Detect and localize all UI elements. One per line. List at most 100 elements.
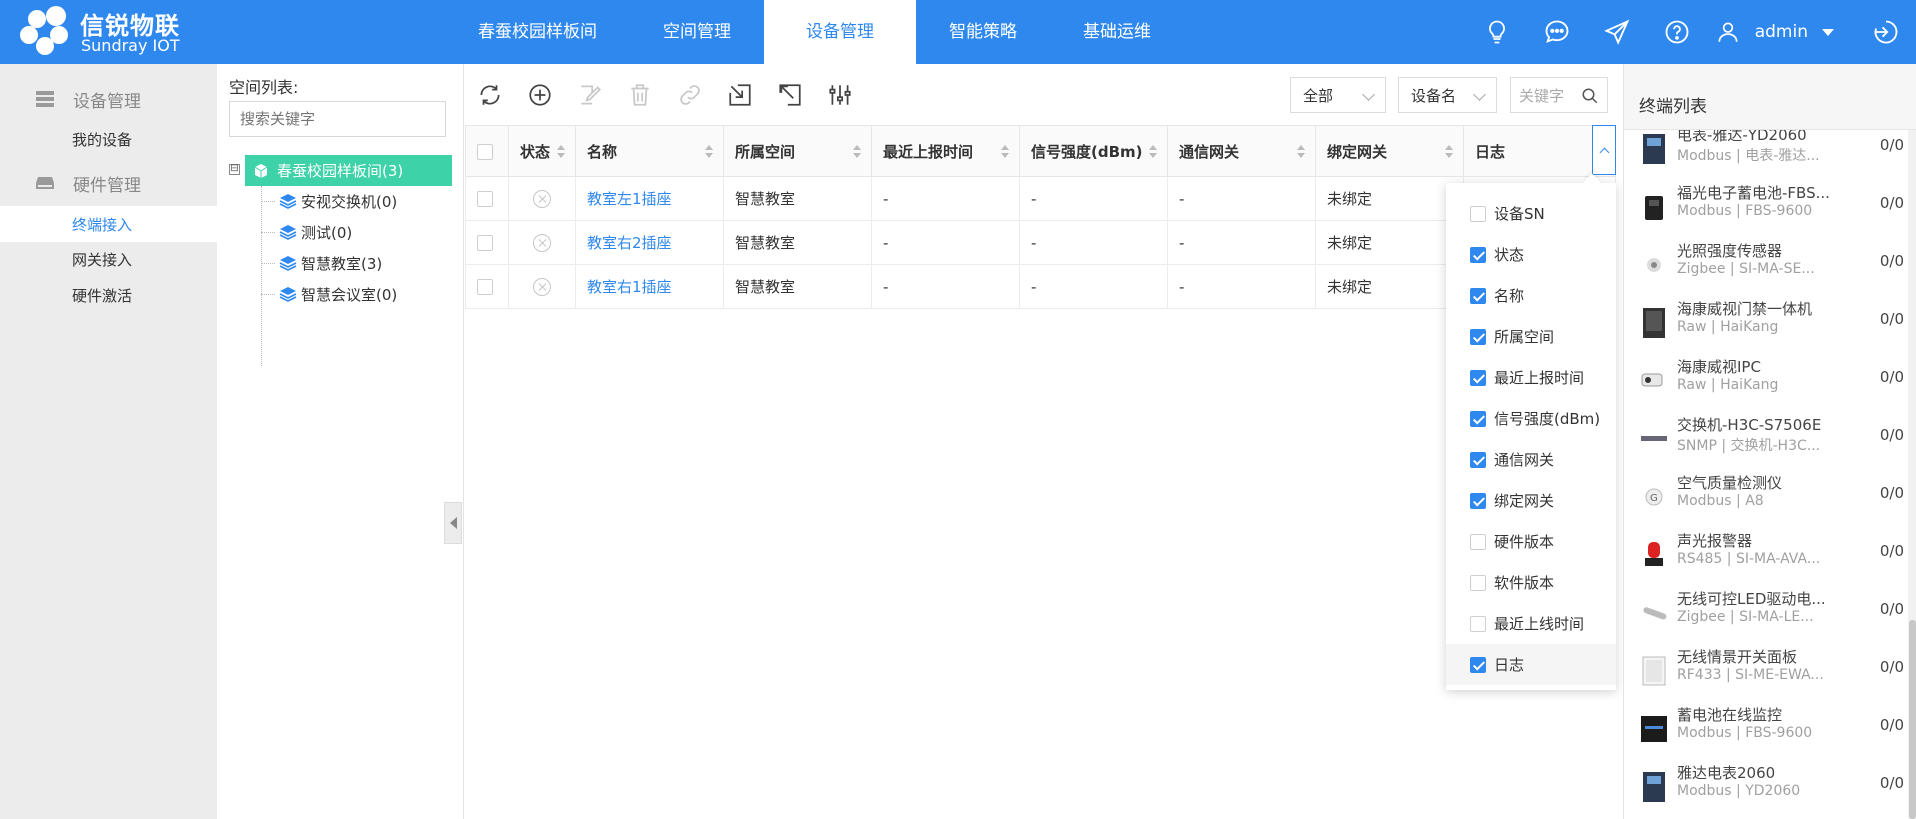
field-select[interactable]: 设备名 [1398,77,1497,113]
column-header-comm-gateway[interactable]: 通信网关 [1167,125,1316,177]
table-row[interactable]: 教室右2插座 智慧教室 - - - 未绑定 [465,220,1616,265]
row-checkbox[interactable] [477,235,493,251]
nav-item-space-management[interactable]: 空间管理 [630,0,764,64]
select-all-checkbox[interactable] [477,143,493,160]
chat-icon[interactable] [1527,0,1587,64]
column-option-checkbox[interactable] [1470,205,1486,222]
sort-icon[interactable] [705,145,713,159]
add-button[interactable] [527,80,577,110]
column-option-checkbox[interactable] [1470,574,1486,591]
bulb-icon[interactable] [1467,0,1527,64]
column-option-checkbox[interactable] [1470,615,1486,632]
terminal-item[interactable]: 声光报警器 RS485 | SI-MA-AVA... 0/0 [1624,526,1904,584]
nav-item-smart-strategy[interactable]: 智能策略 [916,0,1050,64]
terminal-item[interactable]: 福光电子蓄电池-FBS... Modbus | FBS-9600 0/0 [1624,178,1904,236]
row-checkbox[interactable] [477,191,493,207]
column-option-checkbox[interactable] [1470,287,1486,304]
column-option[interactable]: 软件版本 [1446,562,1616,603]
column-option[interactable]: 状态 [1446,234,1616,275]
bind-button[interactable] [677,80,727,110]
tree-node[interactable]: 测试(0) [261,217,352,247]
sort-icon[interactable] [557,145,565,159]
tree-node[interactable]: 智慧会议室(0) [261,279,397,309]
column-option[interactable]: 最近上线时间 [1446,603,1616,644]
column-option[interactable]: 通信网关 [1446,439,1616,480]
help-icon[interactable] [1647,0,1707,64]
terminal-item[interactable]: 光照强度传感器 Zigbee | SI-MA-SE... 0/0 [1624,236,1904,294]
collapse-panel-handle[interactable] [444,502,462,544]
column-option-checkbox[interactable] [1470,533,1486,550]
column-settings-button[interactable] [827,80,877,110]
sort-icon[interactable] [1001,145,1009,159]
tree-collapse-icon[interactable]: ⊟ [229,164,240,175]
column-option-checkbox[interactable] [1470,656,1486,673]
column-option[interactable]: 所属空间 [1446,316,1616,357]
device-name-link[interactable]: 教室右2插座 [587,234,672,252]
nav-item-showroom[interactable]: 春蚕校园样板间 [445,0,630,64]
column-option[interactable]: 硬件版本 [1446,521,1616,562]
terminal-item[interactable]: 无线情景开关面板 RF433 | SI-ME-EWA... 0/0 [1624,642,1904,700]
table-row[interactable]: 教室右1插座 智慧教室 - - - 未绑定 [465,264,1616,309]
column-option[interactable]: 设备SN [1446,193,1616,234]
sort-icon[interactable] [1297,145,1305,159]
sidebar-group-device-management[interactable]: 设备管理 [35,84,141,114]
terminal-item[interactable]: 蓄电池在线监控 Modbus | FBS-9600 0/0 [1624,700,1904,758]
keyword-search-input[interactable]: 关键字 [1510,77,1608,113]
column-option-checkbox[interactable] [1470,369,1486,386]
import-button[interactable] [727,80,777,110]
column-header-name[interactable]: 名称 [575,125,724,177]
column-option-checkbox[interactable] [1470,246,1486,263]
terminal-item[interactable]: 无线可控LED驱动电... Zigbee | SI-MA-LE... 0/0 [1624,584,1904,642]
send-icon[interactable] [1587,0,1647,64]
column-option[interactable]: 绑定网关 [1446,480,1616,521]
space-search-input[interactable] [229,101,446,137]
edit-button[interactable] [577,80,627,110]
scrollbar[interactable] [1908,130,1916,819]
scrollbar-thumb[interactable] [1909,620,1916,819]
terminal-item[interactable]: 海康威视IPC Raw | HaiKang 0/0 [1624,352,1904,410]
delete-button[interactable] [627,80,677,110]
column-header-space[interactable]: 所属空间 [723,125,872,177]
tree-node[interactable]: 智慧教室(3) [261,248,382,278]
nav-item-basic-ops[interactable]: 基础运维 [1050,0,1184,64]
column-header-bind-gateway[interactable]: 绑定网关 [1315,125,1464,177]
column-option-checkbox[interactable] [1470,328,1486,345]
tree-root-node[interactable]: 春蚕校园样板间(3) [245,155,452,186]
user-menu[interactable]: admin [1707,0,1842,64]
sidebar-group-hardware-management[interactable]: 硬件管理 [35,168,141,198]
terminal-item[interactable]: 雅达电表2060 Modbus | YD2060 0/0 [1624,758,1904,816]
sidebar-item-hardware-activation[interactable]: 硬件激活 [72,286,132,306]
terminal-item[interactable]: 交换机-H3C-S7506E SNMP | 交换机-H3C... 0/0 [1624,410,1904,468]
sort-icon[interactable] [1445,145,1453,159]
device-name-link[interactable]: 教室左1插座 [587,190,672,208]
column-option-checkbox[interactable] [1470,451,1486,468]
sidebar-item-my-devices[interactable]: 我的设备 [72,130,132,150]
column-option[interactable]: 信号强度(dBm) [1446,398,1616,439]
column-header-last-report[interactable]: 最近上报时间 [871,125,1020,177]
logout-icon[interactable] [1856,0,1916,64]
tree-node[interactable]: 安视交换机(0) [261,186,397,216]
nav-item-device-management[interactable]: 设备管理 [764,0,916,64]
column-option[interactable]: 日志 [1446,644,1616,685]
refresh-button[interactable] [477,80,527,110]
export-button[interactable] [777,80,827,110]
column-option-checkbox[interactable] [1470,492,1486,509]
device-name-link[interactable]: 教室右1插座 [587,278,672,296]
sort-icon[interactable] [1149,145,1157,159]
column-option[interactable]: 名称 [1446,275,1616,316]
column-menu-toggle[interactable] [1592,125,1616,175]
table-row[interactable]: 教室左1插座 智慧教室 - - - 未绑定 [465,176,1616,221]
column-option-checkbox[interactable] [1470,410,1486,427]
terminal-item[interactable]: 电表-雅达-YD2060 Modbus | 电表-雅达... 0/0 [1624,130,1904,178]
sidebar-item-gateway-access[interactable]: 网关接入 [72,250,132,270]
column-header-signal[interactable]: 信号强度(dBm) [1019,125,1168,177]
terminal-item[interactable]: G 空气质量检测仪 Modbus | A8 0/0 [1624,468,1904,526]
terminal-item[interactable]: 海康威视门禁一体机 Raw | HaiKang 0/0 [1624,294,1904,352]
column-header-status[interactable]: 状态 [508,125,576,177]
row-checkbox[interactable] [477,279,493,295]
column-option[interactable]: 最近上报时间 [1446,357,1616,398]
scope-select[interactable]: 全部 [1290,77,1386,113]
sidebar-item-terminal-access[interactable]: 终端接入 [0,206,217,242]
brand-logo[interactable]: 信锐物联 Sundray IOT [20,4,190,60]
sort-icon[interactable] [853,145,861,159]
